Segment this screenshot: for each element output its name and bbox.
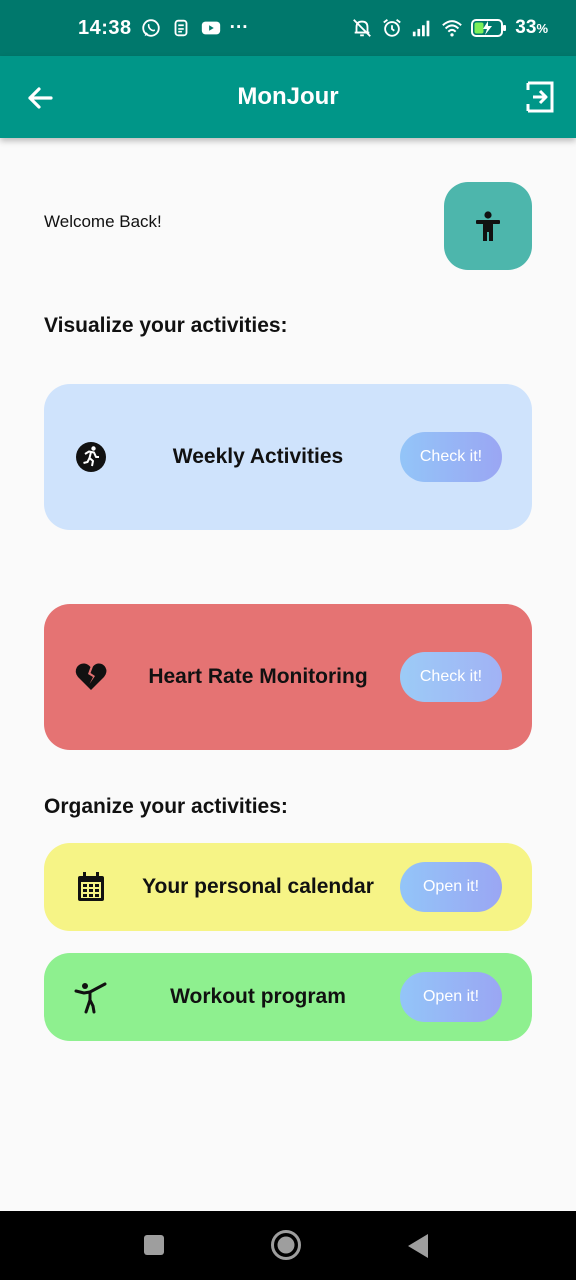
weekly-check-button[interactable]: Check it! xyxy=(400,432,502,482)
battery-charging-icon xyxy=(471,19,507,37)
welcome-text: Welcome Back! xyxy=(44,212,162,231)
youtube-icon xyxy=(201,21,220,35)
workout-open-button[interactable]: Open it! xyxy=(400,972,502,1022)
whatsapp-icon xyxy=(141,19,160,37)
running-icon xyxy=(76,442,106,472)
weekly-activities-card: Weekly Activities Check it! xyxy=(44,384,532,530)
visualize-title: Visualize your activities: xyxy=(44,314,288,337)
calendar-open-button[interactable]: Open it! xyxy=(400,862,502,912)
accessibility-icon xyxy=(476,211,500,241)
sim-icon xyxy=(174,19,188,37)
heart-check-button[interactable]: Check it! xyxy=(400,652,502,702)
workout-card: Workout program Open it! xyxy=(44,953,532,1041)
home-circle-icon[interactable] xyxy=(270,1229,302,1261)
status-time: 14:38 xyxy=(78,16,132,39)
battery-unit: % xyxy=(536,20,548,36)
weekly-activities-label: Weekly Activities xyxy=(172,445,344,468)
calendar-icon xyxy=(78,872,104,901)
alarm-icon xyxy=(383,19,402,37)
arrow-left-icon[interactable] xyxy=(24,82,56,114)
calendar-card: Your personal calendar Open it! xyxy=(44,843,532,931)
heart-rate-label: Heart Rate Monitoring xyxy=(148,665,368,688)
battery-percent: 33 xyxy=(515,17,537,38)
recents-square-icon[interactable] xyxy=(143,1234,165,1256)
system-nav-bar xyxy=(0,1211,576,1280)
wifi-icon xyxy=(442,20,463,37)
accessibility-button[interactable] xyxy=(444,182,532,270)
signal-icon xyxy=(413,20,430,37)
exit-icon[interactable] xyxy=(524,80,556,114)
broken-heart-icon xyxy=(75,663,107,690)
app-bar: MonJour xyxy=(0,56,576,138)
organize-title: Organize your activities: xyxy=(44,795,288,818)
status-bar: 14:38 ··· 33 % xyxy=(0,0,576,56)
kick-icon xyxy=(74,982,107,1014)
more-notifications: ··· xyxy=(229,17,249,38)
app-title: MonJour xyxy=(237,83,339,110)
mute-bell-icon xyxy=(353,19,372,37)
calendar-label: Your personal calendar xyxy=(142,875,374,898)
workout-label: Workout program xyxy=(170,985,346,1008)
heart-rate-card: Heart Rate Monitoring Check it! xyxy=(44,604,532,750)
back-triangle-icon[interactable] xyxy=(406,1233,430,1259)
